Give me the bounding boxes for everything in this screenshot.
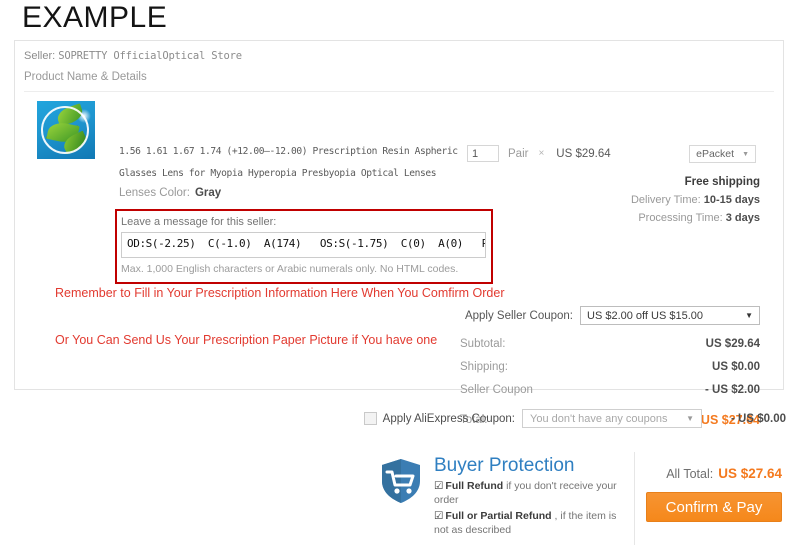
aliexpress-coupon-row: Apply AliExpress Coupon: You don't have … xyxy=(363,409,786,428)
message-textarea[interactable] xyxy=(121,232,486,258)
unit-price: US $29.64 xyxy=(556,147,611,160)
thumbnail-lens-ring xyxy=(41,106,89,154)
annotation-note-2: Or You Can Send Us Your Prescription Pap… xyxy=(55,333,438,347)
multiply-symbol: × xyxy=(538,148,545,159)
shipping-value: US $0.00 xyxy=(712,361,760,373)
product-thumbnail[interactable] xyxy=(37,101,95,159)
seller-coupon-label: Apply Seller Coupon: xyxy=(464,309,573,322)
example-watermark: EXAMPLE xyxy=(22,1,168,34)
chevron-down-icon: ▼ xyxy=(745,311,753,320)
card-divider xyxy=(24,91,774,92)
aliexpress-coupon-label: Apply AliExpress Coupon: xyxy=(382,412,515,425)
buyer-protection-item-bold: Full Refund xyxy=(445,480,504,492)
product-title[interactable]: 1.56 1.61 1.67 1.74 (+12.00—-12.00) Pres… xyxy=(119,141,459,185)
chevron-down-icon: ▼ xyxy=(686,414,694,423)
free-shipping-label: Free shipping xyxy=(684,176,760,188)
all-total-value: US $27.64 xyxy=(718,466,782,481)
message-label: Leave a message for this seller: xyxy=(121,216,277,228)
aliexpress-coupon-amount: - US $0.00 xyxy=(731,412,786,425)
processing-time-row: Processing Time: 3 days xyxy=(631,209,760,227)
subtotal-label: Subtotal: xyxy=(460,338,506,350)
buyer-protection-item: ☑ Full Refund if you don't receive your o… xyxy=(434,480,624,507)
aliexpress-coupon-select[interactable]: You don't have any coupons ▼ xyxy=(522,409,702,428)
shipping-method-value: ePacket xyxy=(696,148,735,160)
message-hint: Max. 1,000 English characters or Arabic … xyxy=(121,263,459,275)
total-row-subtotal: Subtotal: US $29.64 xyxy=(460,333,760,356)
footer-divider xyxy=(634,452,635,545)
quantity-input[interactable] xyxy=(467,145,499,162)
buyer-protection-title: Buyer Protection xyxy=(434,455,575,476)
buyer-protection-block: Buyer Protection ☑ Full Refund if you don… xyxy=(380,455,624,537)
seller-coupon-select[interactable]: US $2.00 off US $15.00 ▼ xyxy=(580,306,760,325)
buyer-protection-text: Buyer Protection ☑ Full Refund if you don… xyxy=(434,455,624,537)
processing-time-label: Processing Time: xyxy=(638,212,723,224)
all-total-label: All Total: xyxy=(666,467,714,481)
shield-cart-icon xyxy=(380,458,422,504)
check-box-icon: ☑ xyxy=(434,510,444,522)
shipping-label: Shipping: xyxy=(460,361,508,373)
seller-line: Seller: SOPRETTY OfficialOptical Store xyxy=(24,50,242,62)
quantity-unit: Pair xyxy=(508,147,529,160)
chevron-down-icon: ▼ xyxy=(742,150,749,158)
product-details-heading: Product Name & Details xyxy=(24,71,147,83)
lenses-color: Lenses Color: Gray xyxy=(119,187,221,199)
seller-label: Seller: xyxy=(24,50,56,62)
total-row-shipping: Shipping: US $0.00 xyxy=(460,356,760,379)
annotation-note-1: Remember to Fill in Your Prescription In… xyxy=(55,286,505,300)
aliexpress-coupon-placeholder: You don't have any coupons xyxy=(530,412,668,425)
processing-time-value: 3 days xyxy=(725,212,760,224)
aliexpress-coupon-checkbox[interactable] xyxy=(363,412,377,425)
seller-coupon-total-label: Seller Coupon xyxy=(460,384,533,396)
seller-coupon-row: Apply Seller Coupon: US $2.00 off US $15… xyxy=(465,306,760,325)
delivery-time-label: Delivery Time: xyxy=(630,194,701,206)
buyer-protection-item: ☑ Full or Partial Refund , if the item is… xyxy=(434,510,624,537)
shipping-info: Free shipping Delivery Time: 10-15 days … xyxy=(631,173,760,227)
seller-coupon-value: US $2.00 off US $15.00 xyxy=(587,309,703,322)
order-summary-card: Seller: SOPRETTY OfficialOptical Store P… xyxy=(14,40,784,427)
quantity-price-row: Pair × US $29.64 xyxy=(467,145,611,162)
lenses-color-value: Gray xyxy=(194,187,222,199)
check-box-icon: ☑ xyxy=(434,480,444,492)
subtotal-value: US $29.64 xyxy=(705,338,760,350)
buyer-protection-item-bold: Full or Partial Refund xyxy=(445,510,552,522)
all-total: All Total: US $27.64 xyxy=(666,466,782,481)
lenses-color-label: Lenses Color: xyxy=(119,187,190,199)
shipping-method-select[interactable]: ePacket ▼ xyxy=(689,145,756,163)
total-row-seller-coupon: Seller Coupon - US $2.00 xyxy=(460,379,760,402)
delivery-time-value: 10-15 days xyxy=(703,194,760,206)
seller-store-name[interactable]: SOPRETTY OfficialOptical Store xyxy=(58,50,242,62)
delivery-time-row: Delivery Time: 10-15 days xyxy=(631,191,760,209)
confirm-and-pay-button[interactable]: Confirm & Pay xyxy=(646,492,782,522)
seller-coupon-total-value: - US $2.00 xyxy=(705,384,760,396)
